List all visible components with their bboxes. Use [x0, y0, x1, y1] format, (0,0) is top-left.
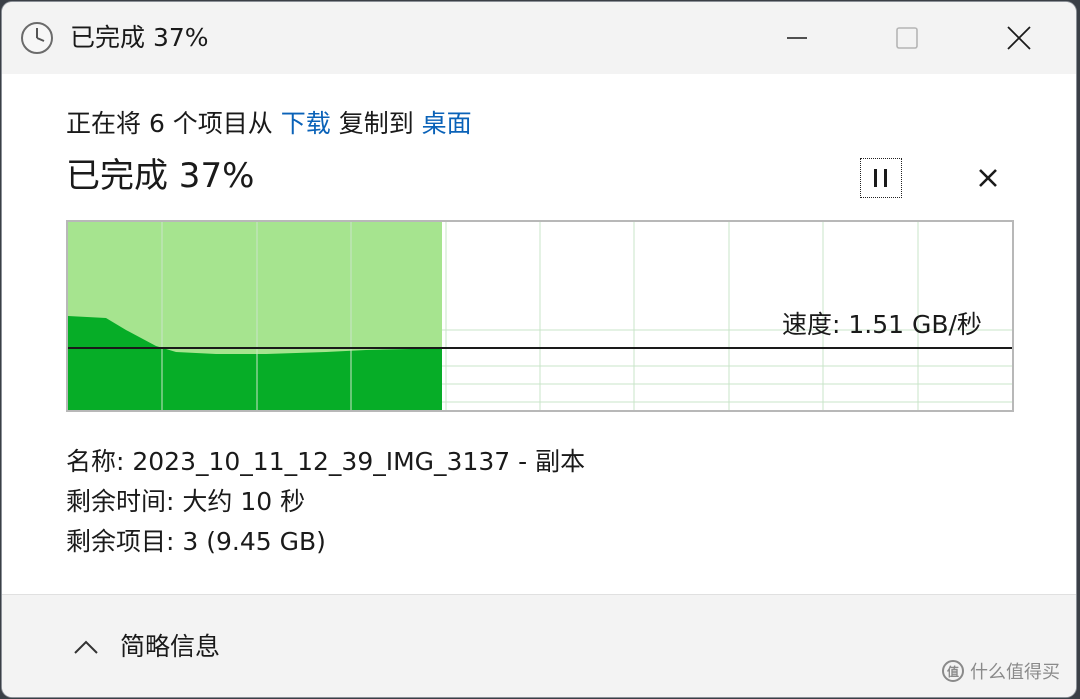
maximize-icon	[896, 27, 918, 49]
cancel-icon	[979, 169, 997, 187]
details-list: 名称: 2023_10_11_12_39_IMG_3137 - 副本 剩余时间:…	[66, 442, 585, 562]
minimize-icon	[787, 37, 807, 39]
copy-status-line: 正在将 6 个项目从 下载 复制到 桌面	[66, 108, 472, 140]
progress-title: 已完成 37%	[66, 156, 255, 196]
watermark: 值 什么值得买	[942, 658, 1060, 684]
footer: 简略信息 值 什么值得买	[2, 594, 1076, 697]
copy-middle: 复制到	[330, 109, 422, 138]
chevron-up-icon	[74, 640, 98, 654]
speed-label: 速度: 1.51 GB/秒	[782, 310, 982, 339]
time-remaining-row: 剩余时间: 大约 10 秒	[66, 487, 306, 516]
fewer-details-toggle[interactable]: 简略信息	[72, 631, 220, 663]
file-name-row: 名称: 2023_10_11_12_39_IMG_3137 - 副本	[66, 447, 586, 476]
pause-button[interactable]	[860, 158, 902, 198]
pause-icon	[874, 169, 887, 187]
fewer-details-label: 简略信息	[120, 632, 221, 661]
watermark-text: 什么值得买	[970, 662, 1060, 683]
title-bar[interactable]: 已完成 37%	[2, 2, 1076, 74]
destination-folder-link[interactable]: 桌面	[422, 109, 472, 138]
minimize-button[interactable]	[742, 2, 852, 74]
copy-progress-window: 已完成 37% 正在将 6 个项目从 下载 复制到 桌面 已完成 37% 速度:…	[2, 2, 1076, 697]
cancel-button[interactable]	[972, 162, 1004, 194]
copy-prefix: 正在将 6 个项目从	[66, 109, 281, 138]
maximize-button[interactable]	[852, 2, 962, 74]
source-folder-link[interactable]: 下载	[281, 109, 331, 138]
clock-icon	[21, 22, 53, 54]
content-area: 正在将 6 个项目从 下载 复制到 桌面 已完成 37% 速度: 1.51 GB…	[2, 74, 1076, 594]
watermark-logo: 值	[942, 660, 964, 682]
items-remaining-row: 剩余项目: 3 (9.45 GB)	[66, 527, 326, 556]
close-icon	[1007, 26, 1031, 50]
window-title: 已完成 37%	[70, 23, 209, 52]
close-button[interactable]	[964, 2, 1074, 74]
